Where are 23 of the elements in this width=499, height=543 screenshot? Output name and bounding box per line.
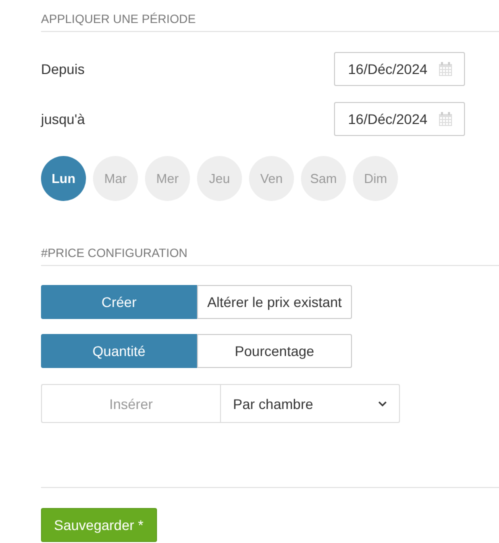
date-field[interactable]: 16/Déc/2024	[334, 102, 465, 136]
save-button[interactable]: Sauvegarder *	[41, 508, 157, 542]
segment-button[interactable]: Créer	[41, 285, 197, 319]
amount-input[interactable]: Insérer	[41, 384, 220, 423]
day-toggle[interactable]: Jeu	[197, 156, 242, 201]
day-toggle[interactable]: Mar	[93, 156, 138, 201]
segment-button[interactable]: Altérer le prix existant	[197, 285, 352, 319]
field-label: Depuis	[41, 61, 85, 77]
day-toggle[interactable]: Dim	[353, 156, 398, 201]
segment-button[interactable]: Pourcentage	[197, 334, 352, 368]
segment-button[interactable]: Quantité	[41, 334, 197, 368]
unit-select[interactable]: Par chambre	[220, 384, 400, 423]
day-toggle[interactable]: Mer	[145, 156, 190, 201]
calendar-icon[interactable]	[439, 112, 452, 126]
calendar-icon[interactable]	[439, 62, 452, 76]
section-heading: #PRICE CONFIGURATION	[41, 246, 499, 266]
section-heading: APPLIQUER UNE PÉRIODE	[41, 12, 499, 32]
chevron-icon	[378, 400, 387, 406]
day-toggle[interactable]: Sam	[301, 156, 346, 201]
day-toggle[interactable]: Ven	[249, 156, 294, 201]
day-toggle[interactable]: Lun	[41, 156, 86, 201]
date-field[interactable]: 16/Déc/2024	[334, 52, 465, 86]
field-label: jusqu'à	[41, 111, 85, 127]
